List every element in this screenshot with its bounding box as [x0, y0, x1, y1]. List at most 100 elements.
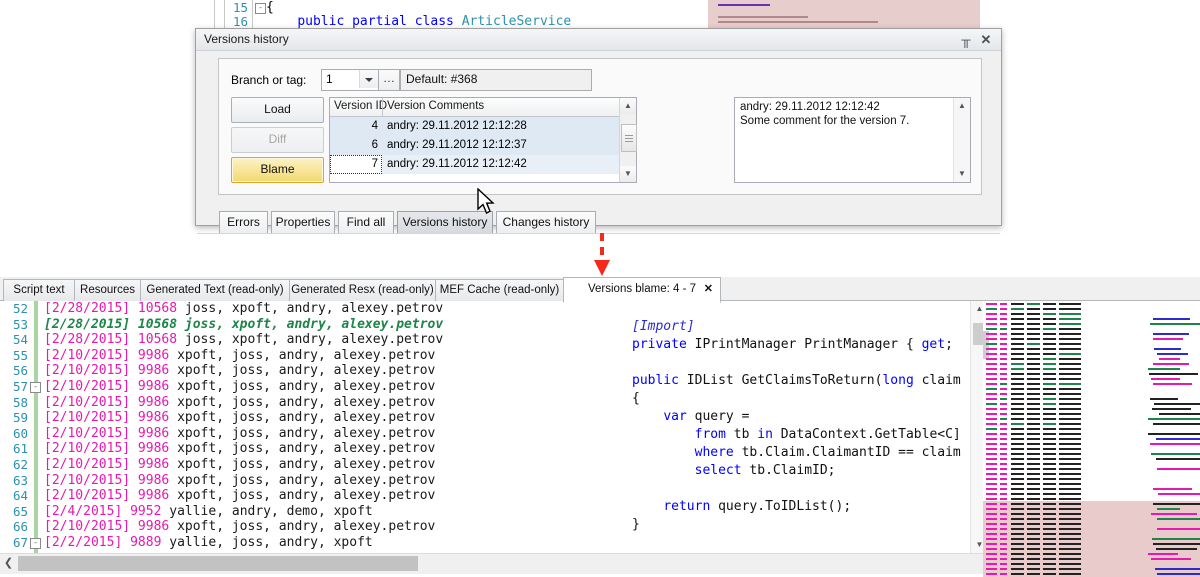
minimap-line — [1043, 473, 1056, 475]
close-icon[interactable]: ✕ — [977, 31, 995, 48]
minimap-line — [986, 568, 997, 570]
load-button[interactable]: Load — [231, 97, 324, 123]
code-fold-toggle[interactable]: - — [255, 3, 266, 14]
minimap-line — [1059, 443, 1081, 445]
source-code-line: { — [632, 391, 640, 406]
dialog-titlebar[interactable]: Versions history ╥ ✕ — [196, 29, 1001, 51]
dialog-tab-find-all[interactable]: Find all — [338, 211, 394, 234]
minimap-line — [986, 558, 997, 560]
minimap-line — [986, 543, 997, 545]
minimap-line — [1027, 443, 1040, 445]
chevron-down-icon[interactable] — [359, 70, 378, 88]
minimap-line — [1027, 523, 1040, 525]
grid-vertical-scrollbar[interactable]: ▲ ▼ — [619, 98, 637, 182]
minimap-line — [1027, 408, 1040, 410]
chevron-up-icon[interactable]: ▲ — [954, 98, 970, 114]
chevron-down-icon[interactable]: ▼ — [620, 166, 636, 182]
minimap-line — [1043, 378, 1056, 380]
minimap-line — [1059, 393, 1081, 395]
minimap-line — [1027, 338, 1040, 340]
grid-scrollbar-thumb[interactable] — [621, 124, 637, 152]
blame-button[interactable]: Blame — [231, 157, 324, 183]
minimap-line — [986, 413, 997, 415]
minimap-line — [1000, 543, 1007, 545]
minimap-line — [1027, 393, 1040, 395]
editor-code-line: public partial class ArticleService — [297, 14, 572, 29]
table-row[interactable]: 7 andry: 29.11.2012 12:12:42 — [330, 155, 636, 174]
minimap-line — [1151, 378, 1180, 380]
minimap-line — [1154, 403, 1200, 405]
column-header-version-comments[interactable]: Version Comments — [387, 100, 484, 112]
chevron-down-icon[interactable]: ▼ — [954, 166, 970, 182]
source-code-line: where tb.Claim.ClaimantID == claim — [694, 445, 961, 460]
versions-blame-editor[interactable]: 52 [2/28/2015] 10568 joss, xpoft, andry, … — [0, 301, 1200, 577]
mouse-cursor — [477, 188, 495, 214]
versions-grid[interactable]: Version ID Version Comments 4 andry: 29.1… — [329, 97, 637, 183]
tab-generated-resx-read-only[interactable]: Generated Resx (read-only) — [289, 279, 436, 302]
branch-browse-button[interactable]: … — [378, 69, 400, 91]
source-code-line: private IPrintManager PrintManager { get… — [632, 337, 953, 352]
minimap-line — [1011, 373, 1024, 375]
blame-horizontal-scrollbar[interactable]: ❮ — [0, 553, 983, 574]
minimap-line — [1011, 458, 1024, 460]
minimap-line — [1000, 443, 1007, 445]
minimap-line — [1043, 363, 1056, 365]
minimap-line — [1059, 573, 1081, 575]
version-comment-panel[interactable]: andry: 29.11.2012 12:12:42 Some comment … — [734, 97, 971, 183]
versions-history-dialog[interactable]: Versions history ╥ ✕ Branch or tag: 1 … … — [195, 28, 1002, 234]
minimap-line — [1011, 423, 1024, 425]
minimap-line — [1059, 498, 1081, 500]
branch-combo[interactable]: 1 — [321, 69, 379, 91]
pin-icon[interactable]: ╥ — [957, 31, 975, 48]
minimap-line — [1027, 543, 1040, 545]
column-header-version-id[interactable]: Version ID — [334, 100, 387, 112]
dialog-tab-errors[interactable]: Errors — [219, 211, 268, 234]
tab-generated-text-read-only[interactable]: Generated Text (read-only) — [140, 279, 290, 302]
minimap-line — [1000, 363, 1007, 365]
blame-minimap[interactable] — [983, 301, 1200, 577]
minimap-line — [1027, 313, 1040, 315]
minimap-line — [1043, 343, 1056, 345]
tab-mef-cache-read-only[interactable]: MEF Cache (read-only) — [435, 279, 564, 302]
minimap-line — [1000, 378, 1007, 380]
tab-label: Versions blame: 4 - 7 — [587, 283, 697, 295]
tab-resources[interactable]: Resources — [74, 279, 141, 302]
minimap-line — [986, 313, 997, 315]
comment-vertical-scrollbar[interactable]: ▲ ▼ — [953, 98, 970, 182]
column-separator[interactable] — [382, 98, 383, 116]
table-row[interactable]: 4 andry: 29.11.2012 12:12:28 — [330, 117, 636, 136]
diff-button[interactable]: Diff — [231, 127, 324, 153]
minimap-line — [1059, 423, 1081, 425]
tab-versions-blame-4-7[interactable]: Versions blame: 4 - 7 ✕ — [563, 277, 721, 303]
chevron-left-icon[interactable]: ❮ — [0, 554, 17, 573]
minimap-line — [1156, 458, 1200, 460]
minimap-line — [1011, 428, 1024, 430]
minimap-line — [1000, 313, 1007, 315]
dialog-tab-properties[interactable]: Properties — [271, 211, 335, 234]
minimap-line — [1000, 373, 1007, 375]
minimap-line — [1000, 548, 1007, 550]
minimap-line — [1159, 358, 1180, 360]
minimap-line — [1000, 368, 1007, 370]
minimap-line — [1043, 568, 1056, 570]
minimap-line — [1148, 418, 1200, 420]
bottom-tabstrip: Script text Resources Generated Text (read… — [0, 277, 1200, 303]
minimap-line — [1000, 388, 1007, 390]
minimap-line — [1153, 503, 1200, 505]
minimap-line — [1043, 388, 1056, 390]
minimap-line — [1154, 348, 1181, 350]
hscrollbar-thumb[interactable] — [18, 556, 418, 571]
tab-script-text[interactable]: Script text — [3, 279, 75, 302]
minimap-line — [1043, 483, 1056, 485]
close-icon[interactable]: ✕ — [704, 278, 713, 301]
dialog-tab-changes-history[interactable]: Changes history — [496, 211, 596, 234]
branch-combo-value: 1 — [326, 72, 333, 86]
table-row[interactable]: 6 andry: 29.11.2012 12:12:37 — [330, 136, 636, 155]
minimap-line — [1011, 513, 1024, 515]
chevron-up-icon[interactable]: ▲ — [620, 98, 636, 114]
minimap-line — [1027, 353, 1040, 355]
minimap-line — [1000, 538, 1007, 540]
minimap-line — [1043, 558, 1056, 560]
minimap-line — [1000, 573, 1007, 575]
minimap-line — [1011, 308, 1024, 310]
